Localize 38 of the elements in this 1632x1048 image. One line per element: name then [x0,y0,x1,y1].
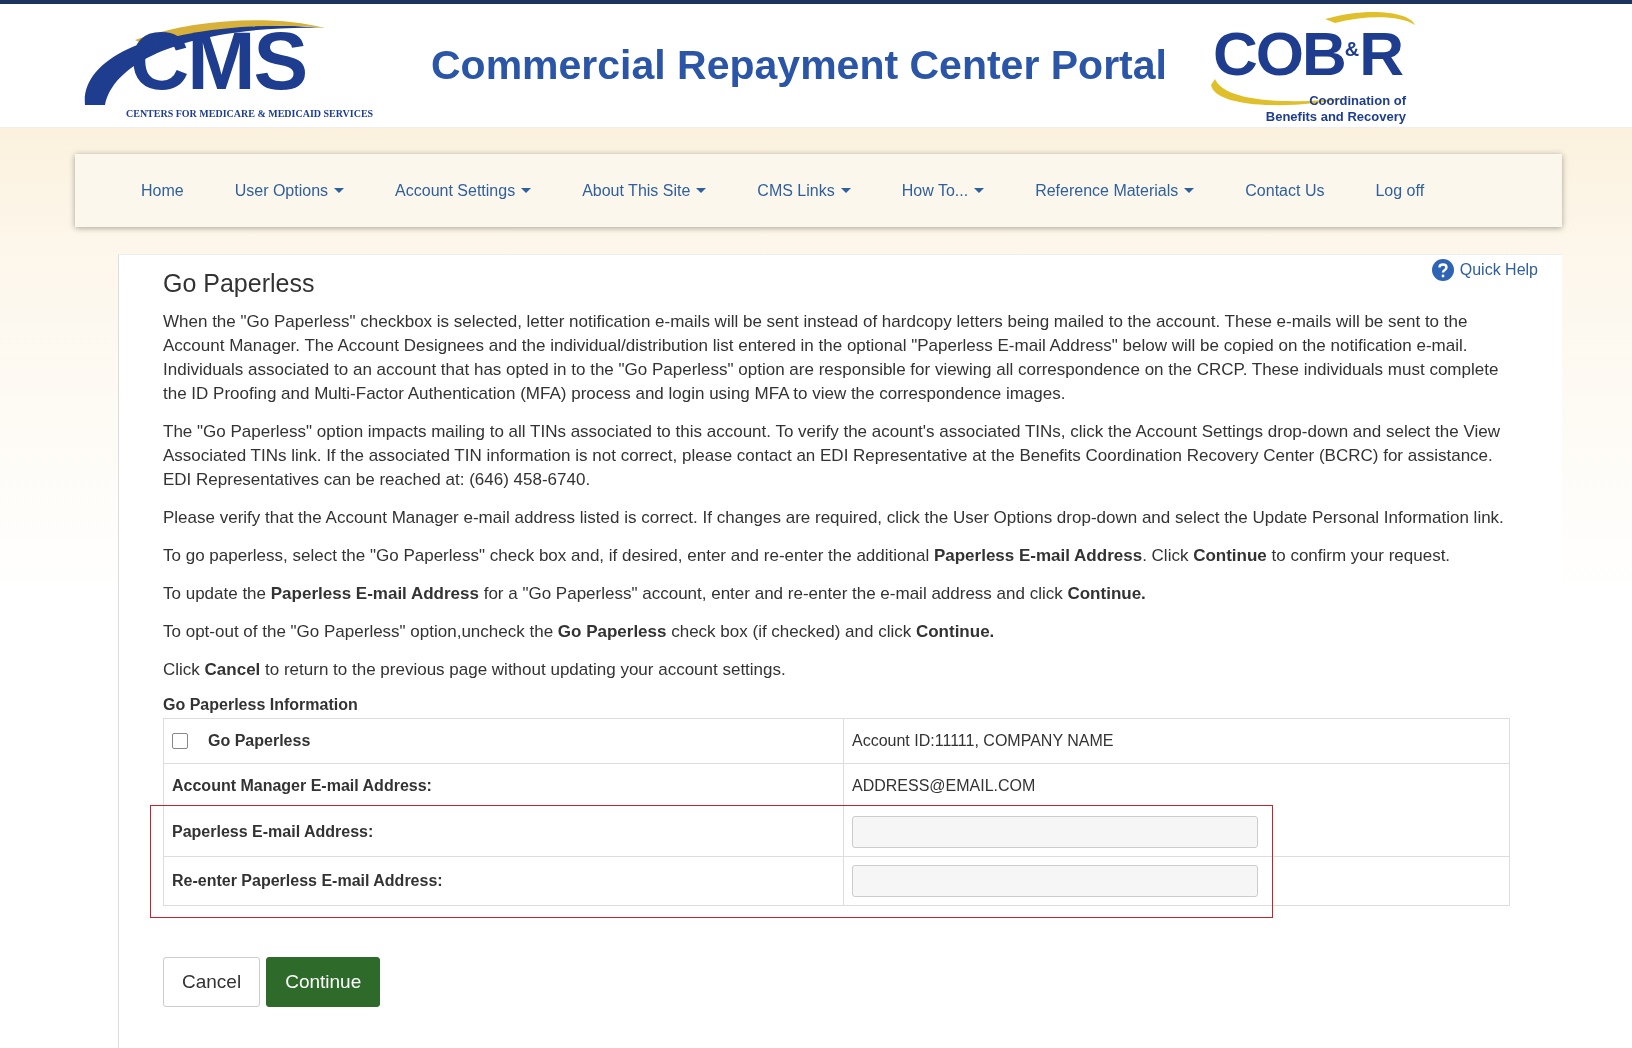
paragraph: To opt-out of the "Go Paperless" option,uncheck the Go Paperless check box (if checked) and click Continue. [163,621,996,643]
paragraph: To update the Paperless E-mail Address for a "Go Paperless" account, enter and re-enter the e-mail address and click Continue. [163,583,1147,605]
paragraph: Please verify that the Account Manager e-mail address listed is correct. If changes are required, click the User Options drop-down and select the Update Personal Information link. [163,507,1505,529]
logo-ampersand: & [1344,38,1360,59]
logo-wordmark: COB [1212,22,1345,85]
input-field[interactable] [852,816,1258,848]
paragraph: The "Go Paperless" option impacts mailing to all TINs associated to this account. To verify the acount's associated TINs, click the Account Settings drop-down and select the View Associated TINs link. If the associated TIN information is not correct, please contact an EDI Representative at the Benefits Coordination Recovery Center (BCRC) for assistance. EDI Representatives can be reached at: (646) 458-6740. [163,421,1501,491]
nav-link[interactable]: How To... [901,181,985,200]
logo-wordmark: R [1359,22,1402,85]
nav-link[interactable]: CMS Links [757,181,851,200]
nav-link[interactable]: Account Settings [395,181,532,200]
field-label: Paperless E-mail Address: [172,823,374,841]
cancel-button[interactable]: Cancel [163,957,261,1007]
nav-link[interactable]: Log off [1375,181,1425,200]
nav-link[interactable]: About This Site [582,181,707,200]
nav-link[interactable]: Reference Materials [1035,181,1195,200]
nav-link[interactable]: Contact Us [1245,181,1325,200]
help-icon [1431,259,1454,281]
field-label: Re-enter Paperless E-mail Address: [172,872,443,890]
logo-caption: Coordination of [1308,92,1406,109]
paragraph: Click Cancel to return to the previous page without updating your account settings. [163,659,787,681]
help-link[interactable]: Quick Help [1431,259,1538,281]
paragraph: When the "Go Paperless" checkbox is selected, letter notification e-mails will be sent instead of hardcopy letters being mailed to the account. These e-mails will be sent to the Account Manager. The Account Designees and the individual/distribution list entered in the optional "Paperless E-mail Address" below will be copied on the notification e-mail. Individuals associated to an account that has opted in to the "Go Paperless" option are responsible for viewing all correspondence on the CRCP. These individuals must complete the ID Proofing and Multi-Factor Authentication (MFA) process and login using MFA to view the correspondence images. [163,311,1500,405]
continue-button[interactable]: Continue [266,957,381,1007]
field-value: Account ID:11111, COMPANY NAME [852,732,1114,750]
logo-caption: Benefits and Recovery [1265,108,1406,125]
page-title: Go Paperless [163,268,315,299]
portal-title: Commercial Repayment Center Portal [431,42,1167,89]
paragraph: To go paperless, select the "Go Paperless" check box and, if desired, enter and re-enter the additional Paperless E-mail Address. Click Continue to confirm your request. [163,545,1452,567]
nav-link[interactable]: Home [141,181,184,200]
checkbox[interactable] [172,733,188,749]
section-title: Go Paperless Information [163,696,359,714]
field-value: ADDRESS@EMAIL.COM [852,777,1036,795]
nav-link[interactable]: User Options [234,181,345,200]
field-label: Go Paperless [208,732,311,750]
logo-caption: CENTERS FOR MEDICARE & MEDICAID SERVICES [126,107,374,119]
input-field[interactable] [852,865,1258,897]
field-label: Account Manager E-mail Address: [172,777,432,795]
